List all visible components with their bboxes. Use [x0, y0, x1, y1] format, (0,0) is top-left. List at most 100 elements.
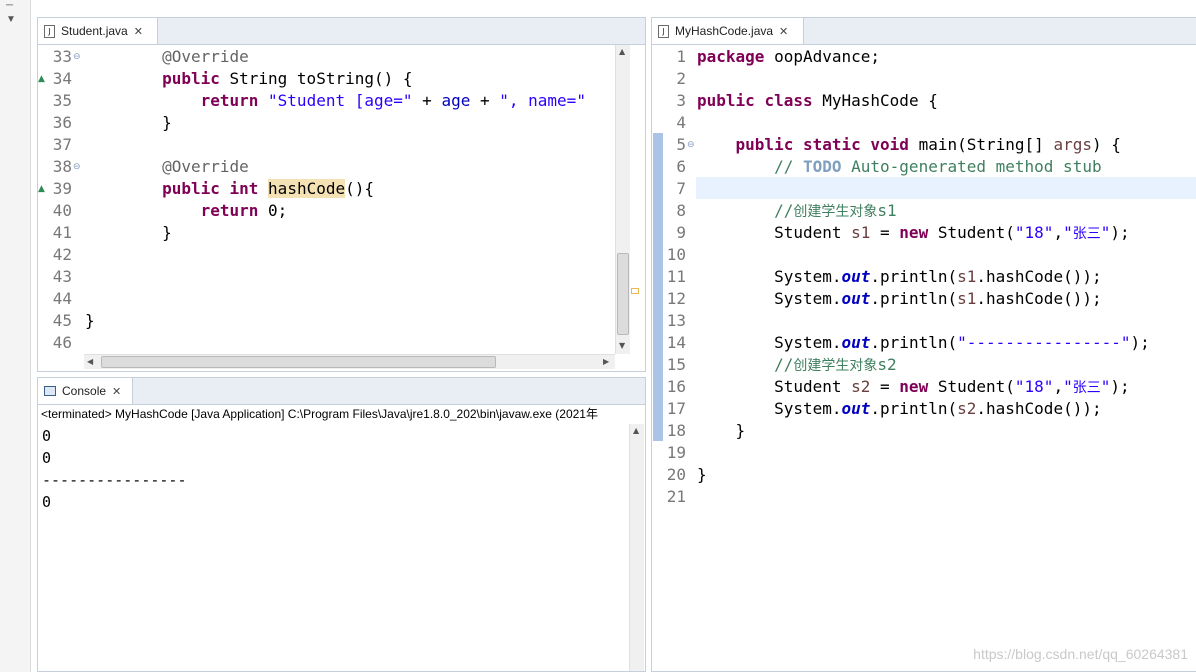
- code-line[interactable]: 2: [652, 68, 1196, 90]
- code-line[interactable]: 20}: [652, 464, 1196, 486]
- code-line[interactable]: 17 System.out.println(s2.hashCode());: [652, 398, 1196, 420]
- scroll-up-icon[interactable]: ▲: [619, 47, 625, 56]
- student-code-area[interactable]: 33 ⊖ @Override 34 ▲ public String toString(…: [38, 46, 616, 354]
- code-text: @Override: [162, 157, 249, 176]
- line-number: 12: [666, 289, 686, 308]
- scroll-up-icon[interactable]: ▲: [633, 426, 639, 435]
- left-toolbar-strip: ─ ▼: [0, 0, 31, 672]
- line-number: 7: [676, 179, 686, 198]
- code-line[interactable]: 5 ⊖ public static void main(String[] args…: [652, 134, 1196, 156]
- code-line[interactable]: 45}: [38, 310, 616, 332]
- override-marker-icon[interactable]: ▲: [38, 68, 45, 90]
- code-line[interactable]: 19: [652, 442, 1196, 464]
- view-menu-icon[interactable]: ▼: [6, 14, 16, 25]
- close-icon[interactable]: ✕: [779, 25, 788, 38]
- fold-toggle-icon[interactable]: ⊖: [73, 156, 81, 178]
- tab-label: Console: [62, 384, 107, 398]
- line-number: 34: [52, 69, 72, 88]
- code-text: Student s1 = new Student("18","张三");: [697, 223, 1130, 242]
- code-line[interactable]: 8 //创建学生对象s1: [652, 200, 1196, 222]
- code-text: }: [85, 311, 95, 330]
- code-line[interactable]: 18 }: [652, 420, 1196, 442]
- code-text: }: [697, 421, 746, 440]
- code-line[interactable]: 7: [652, 178, 1196, 200]
- line-number: 38: [52, 157, 72, 176]
- line-number: 1: [676, 47, 686, 66]
- code-line[interactable]: 46: [38, 332, 616, 354]
- override-marker-icon[interactable]: ▲: [38, 178, 45, 200]
- code-line[interactable]: 13: [652, 310, 1196, 332]
- line-number: 33: [52, 47, 72, 66]
- hscroll-thumb[interactable]: [101, 356, 496, 368]
- line-number: 46: [52, 333, 72, 352]
- tab-console[interactable]: Console ✕: [38, 378, 133, 404]
- code-line[interactable]: 39 ▲ public int hashCode(){: [38, 178, 616, 200]
- scroll-down-icon[interactable]: ▼: [619, 341, 625, 350]
- fold-toggle-icon[interactable]: ⊖: [687, 134, 695, 156]
- code-text: public class MyHashCode {: [697, 91, 938, 110]
- code-line[interactable]: 43: [38, 266, 616, 288]
- tab-student-java[interactable]: J Student.java ✕: [38, 18, 158, 44]
- line-number: 43: [52, 267, 72, 286]
- code-line[interactable]: 34 ▲ public String toString() {: [38, 68, 616, 90]
- code-text: return 0;: [200, 201, 288, 220]
- code-line[interactable]: 9 Student s1 = new Student("18","张三");: [652, 222, 1196, 244]
- code-line[interactable]: 15 //创建学生对象s2: [652, 354, 1196, 376]
- minimize-icon[interactable]: ─: [6, 0, 13, 11]
- tab-label: MyHashCode.java: [675, 24, 774, 38]
- code-line[interactable]: 21: [652, 486, 1196, 508]
- line-number: 5: [676, 135, 686, 154]
- code-line[interactable]: 14 System.out.println("----------------"…: [652, 332, 1196, 354]
- code-line[interactable]: 1 package oopAdvance;: [652, 46, 1196, 68]
- code-line[interactable]: 10: [652, 244, 1196, 266]
- code-line[interactable]: 4: [652, 112, 1196, 134]
- close-icon[interactable]: ✕: [134, 25, 143, 38]
- code-line[interactable]: 6 // TODO Auto-generated method stub: [652, 156, 1196, 178]
- scroll-left-icon[interactable]: ◀: [87, 357, 93, 366]
- student-editor-view: J Student.java ✕ 33 ⊖ @Override 34 ▲ public…: [37, 17, 646, 372]
- line-number: 13: [666, 311, 686, 330]
- code-text: //创建学生对象s1: [774, 201, 897, 220]
- console-status: <terminated> MyHashCode [Java Applicatio…: [41, 407, 598, 421]
- code-line[interactable]: 35 return "Student [age=" + age + ", nam…: [38, 90, 616, 112]
- console-vertical-scrollbar[interactable]: ▲: [629, 424, 644, 671]
- line-number: 14: [666, 333, 686, 352]
- main-code-area[interactable]: 1 package oopAdvance; 2 3 public class MyHas…: [652, 46, 1196, 526]
- console-line: 0: [42, 449, 52, 467]
- line-number: 37: [52, 135, 72, 154]
- code-text: }: [697, 465, 707, 484]
- code-line[interactable]: 3 public class MyHashCode {: [652, 90, 1196, 112]
- code-line[interactable]: 44: [38, 288, 616, 310]
- line-number: 45: [52, 311, 72, 330]
- vertical-scrollbar[interactable]: ▲ ▼: [615, 45, 630, 354]
- scroll-thumb[interactable]: [617, 253, 629, 335]
- line-number: 15: [666, 355, 686, 374]
- code-line[interactable]: 36 }: [38, 112, 616, 134]
- code-text: public String toString() {: [162, 69, 413, 88]
- code-line[interactable]: 11 System.out.println(s1.hashCode());: [652, 266, 1196, 288]
- console-output[interactable]: 0 0 ---------------- 0: [42, 425, 622, 665]
- java-file-icon: J: [658, 24, 669, 38]
- code-line[interactable]: 12 System.out.println(s1.hashCode());: [652, 288, 1196, 310]
- code-text: //创建学生对象s2: [774, 355, 897, 374]
- close-icon[interactable]: ✕: [112, 385, 121, 398]
- code-line[interactable]: 37: [38, 134, 616, 156]
- line-number: 4: [676, 113, 686, 132]
- tab-myhashcode-java[interactable]: J MyHashCode.java ✕: [652, 18, 804, 44]
- code-line[interactable]: 33 ⊖ @Override: [38, 46, 616, 68]
- code-text: Student s2 = new Student("18","张三");: [697, 377, 1130, 396]
- scroll-right-icon[interactable]: ▶: [603, 357, 609, 366]
- code-line[interactable]: 16 Student s2 = new Student("18","张三");: [652, 376, 1196, 398]
- code-text: System.out.println(s1.hashCode());: [697, 289, 1102, 308]
- line-number: 21: [666, 487, 686, 506]
- code-line[interactable]: 42: [38, 244, 616, 266]
- overview-marker[interactable]: [631, 288, 639, 294]
- code-line[interactable]: 38 ⊖ @Override: [38, 156, 616, 178]
- line-number: 36: [52, 113, 72, 132]
- console-tabbar: Console ✕: [38, 378, 645, 405]
- code-line[interactable]: 41 }: [38, 222, 616, 244]
- code-line[interactable]: 40 return 0;: [38, 200, 616, 222]
- horizontal-scrollbar[interactable]: ◀ ▶: [84, 354, 615, 369]
- tab-label: Student.java: [61, 24, 128, 38]
- fold-toggle-icon[interactable]: ⊖: [73, 46, 81, 68]
